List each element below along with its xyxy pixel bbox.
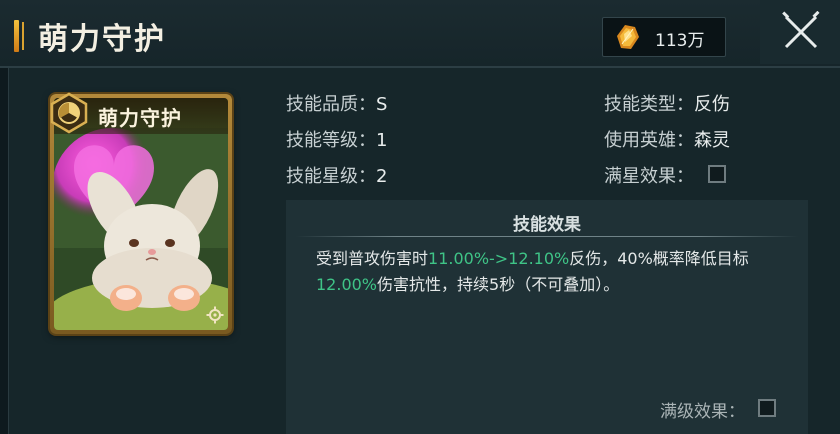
skill-star-row: 技能星级：2 [286, 162, 387, 188]
skill-quality-label: 技能品质： [286, 94, 376, 115]
skill-star-label: 技能星级： [286, 166, 376, 187]
full-star-checkbox[interactable] [708, 165, 726, 183]
skill-type-label: 技能类型： [604, 94, 694, 115]
effect-highlight-1: 11.00%->12.10% [428, 249, 570, 268]
full-star-row: 满星效果： [604, 162, 694, 188]
hero-row: 使用英雄：森灵 [604, 126, 730, 152]
hero-value: 森灵 [694, 130, 730, 151]
gold-crystal-icon [617, 25, 639, 49]
skill-detail-window: 萌力守护 113万 萌力守护 技能品质：S 技能等级：1 技能星级：2 技能类型… [0, 0, 840, 434]
effect-text-part3: 伤害抗性，持续5秒（不可叠加）。 [377, 275, 620, 294]
skill-quality-row: 技能品质：S [286, 90, 387, 116]
full-star-label: 满星效果： [604, 166, 694, 187]
triad-emblem-icon [50, 92, 88, 134]
title-accent-bar [14, 20, 19, 52]
full-level-checkbox[interactable] [758, 399, 776, 417]
skill-level-row: 技能等级：1 [286, 126, 387, 152]
skill-level-value: 1 [376, 130, 388, 151]
close-icon[interactable] [780, 11, 822, 53]
skill-type-row: 技能类型：反伤 [604, 90, 730, 116]
title-accent-line [22, 22, 24, 50]
skill-star-value: 2 [376, 166, 388, 187]
skill-card: 萌力守护 [50, 92, 232, 334]
bunny-portrait [54, 128, 228, 330]
skill-quality-value: S [376, 94, 388, 115]
card-name: 萌力守护 [98, 106, 182, 130]
effect-text-part1: 受到普攻伤害时 [316, 249, 429, 268]
effect-divider [296, 236, 798, 237]
skill-effect-description: 受到普攻伤害时11.00%->12.10%反伤，40%概率降低目标 12.00%伤… [316, 246, 786, 298]
window-title: 萌力守护 [38, 22, 166, 57]
full-level-label: 满级效果： [660, 402, 745, 422]
currency-value: 113万 [655, 31, 705, 51]
close-button[interactable] [760, 0, 840, 64]
skill-effect-title: 技能效果 [513, 215, 581, 235]
effect-highlight-2: 12.00% [316, 275, 378, 294]
gear-icon [206, 306, 224, 324]
currency-display: 113万 [602, 17, 726, 57]
skill-level-label: 技能等级： [286, 130, 376, 151]
hero-label: 使用英雄： [604, 130, 694, 151]
skill-type-value: 反伤 [694, 94, 730, 115]
effect-text-part2: 反伤，40%概率降低目标 [569, 249, 749, 268]
title-bar: 萌力守护 113万 [0, 0, 840, 68]
